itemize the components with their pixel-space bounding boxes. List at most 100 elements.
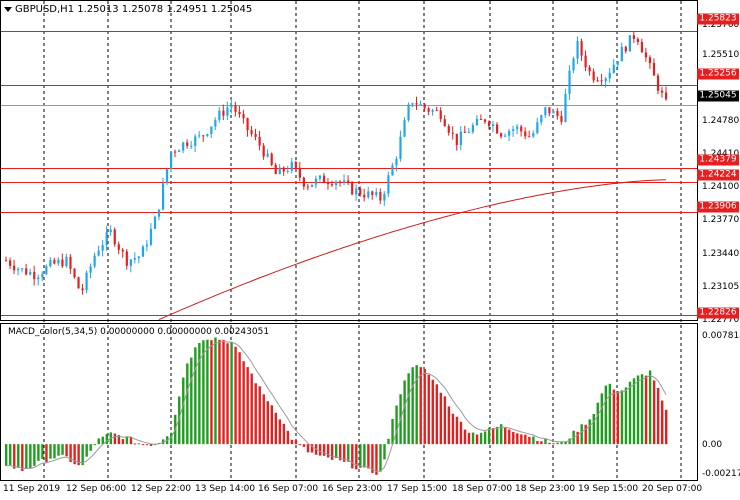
chart-canvas[interactable] xyxy=(0,0,740,500)
macd-bar xyxy=(65,444,68,457)
ohlc-label: 1.25013 1.25078 1.24951 1.25045 xyxy=(77,4,253,15)
candle-body xyxy=(57,259,60,264)
candle-body xyxy=(419,104,422,106)
candle-body xyxy=(109,229,112,233)
candle-body xyxy=(508,130,511,136)
macd-bar xyxy=(182,377,185,445)
macd-bar xyxy=(427,374,430,445)
candle-body xyxy=(512,129,515,131)
candle-body xyxy=(660,90,664,93)
macd-bar xyxy=(475,434,479,445)
candle-body xyxy=(9,260,12,266)
macd-bar xyxy=(640,374,644,445)
macd-bar xyxy=(351,444,354,469)
macd-bar xyxy=(648,370,652,445)
macd-bar xyxy=(467,432,471,445)
candle-body xyxy=(254,134,257,137)
candle-body xyxy=(379,192,382,201)
macd-bar xyxy=(628,381,632,445)
candle-body xyxy=(363,194,366,198)
macd-bar xyxy=(387,438,390,445)
macd-bar xyxy=(624,387,628,445)
candle-body xyxy=(391,165,394,176)
collapse-arrow-icon[interactable] xyxy=(4,6,12,12)
macd-bar xyxy=(584,424,587,445)
macd-bar xyxy=(596,402,599,445)
candle-body xyxy=(37,277,40,280)
macd-bar xyxy=(206,339,209,445)
candle-body xyxy=(77,277,80,289)
macd-bar xyxy=(5,444,8,466)
macd-bar xyxy=(588,419,591,445)
macd-bar xyxy=(495,426,499,445)
level-tag[interactable]: 1.23906 xyxy=(697,201,739,213)
macd-bar xyxy=(294,440,298,445)
macd-bar xyxy=(133,443,137,445)
candle-body xyxy=(427,108,430,112)
candle-body xyxy=(359,188,362,195)
candle-body xyxy=(665,92,668,100)
candle-body xyxy=(495,124,499,134)
macd-bar xyxy=(234,346,237,445)
macd-bar xyxy=(660,400,664,445)
candle-body xyxy=(383,193,386,201)
candle-body xyxy=(407,104,410,121)
macd-bar xyxy=(616,391,620,445)
candle-body xyxy=(504,135,507,137)
candle-body xyxy=(584,55,587,68)
macd-bar xyxy=(608,383,612,445)
macd-bar xyxy=(439,392,443,445)
candle-body xyxy=(133,258,136,260)
macd-bar xyxy=(330,444,334,460)
level-tag[interactable]: 1.22826 xyxy=(697,307,739,319)
candle-body xyxy=(330,184,334,186)
macd-bar xyxy=(222,339,225,445)
chart-window[interactable]: GBPUSD,H1 1.25013 1.25078 1.24951 1.2504… xyxy=(0,0,740,500)
candle-body xyxy=(395,158,398,166)
candle-body xyxy=(153,216,157,229)
macd-bar xyxy=(423,368,426,445)
time-axis-label: 13 Sep 14:00 xyxy=(195,484,256,494)
macd-bar xyxy=(286,430,290,445)
macd-bar xyxy=(290,439,294,445)
macd-bar xyxy=(632,378,636,445)
macd-bar xyxy=(512,431,515,445)
candle-body xyxy=(524,131,527,137)
level-tag[interactable]: 1.24379 xyxy=(697,154,739,166)
macd-bar xyxy=(194,347,197,445)
macd-bar xyxy=(45,444,48,463)
macd-bar xyxy=(580,424,583,445)
macd-bar xyxy=(415,365,418,445)
level-tag[interactable]: 1.25823 xyxy=(697,13,739,25)
candle-body xyxy=(371,191,374,196)
macd-bar xyxy=(367,444,370,469)
candle-body xyxy=(41,274,44,278)
candle-body xyxy=(399,136,402,159)
candle-body xyxy=(532,133,535,137)
candle-body xyxy=(214,119,217,127)
candle-body xyxy=(636,38,640,42)
candle-body xyxy=(298,167,301,178)
candle-body xyxy=(568,70,571,94)
macd-bar xyxy=(524,434,527,445)
level-tag[interactable]: 1.25256 xyxy=(697,68,739,80)
candle-body xyxy=(604,78,607,82)
candle-body xyxy=(206,134,209,137)
candle-body xyxy=(226,107,229,116)
macd-axis-label: 0.0078185 xyxy=(702,331,740,341)
candle-body xyxy=(170,151,173,170)
macd-axis-label: -0.002179 xyxy=(702,469,740,479)
macd-bar xyxy=(335,444,338,459)
macd-bar xyxy=(403,380,406,445)
candle-body xyxy=(471,125,475,132)
candle-body xyxy=(387,175,390,194)
macd-bar xyxy=(656,387,660,445)
macd-bar xyxy=(81,444,84,466)
candle-body xyxy=(302,177,306,187)
macd-bar xyxy=(620,390,624,445)
level-tag[interactable]: 1.24224 xyxy=(697,169,739,181)
macd-bar xyxy=(520,434,523,445)
macd-bar xyxy=(61,444,64,455)
macd-bar xyxy=(483,431,487,445)
macd-bar xyxy=(528,436,531,445)
